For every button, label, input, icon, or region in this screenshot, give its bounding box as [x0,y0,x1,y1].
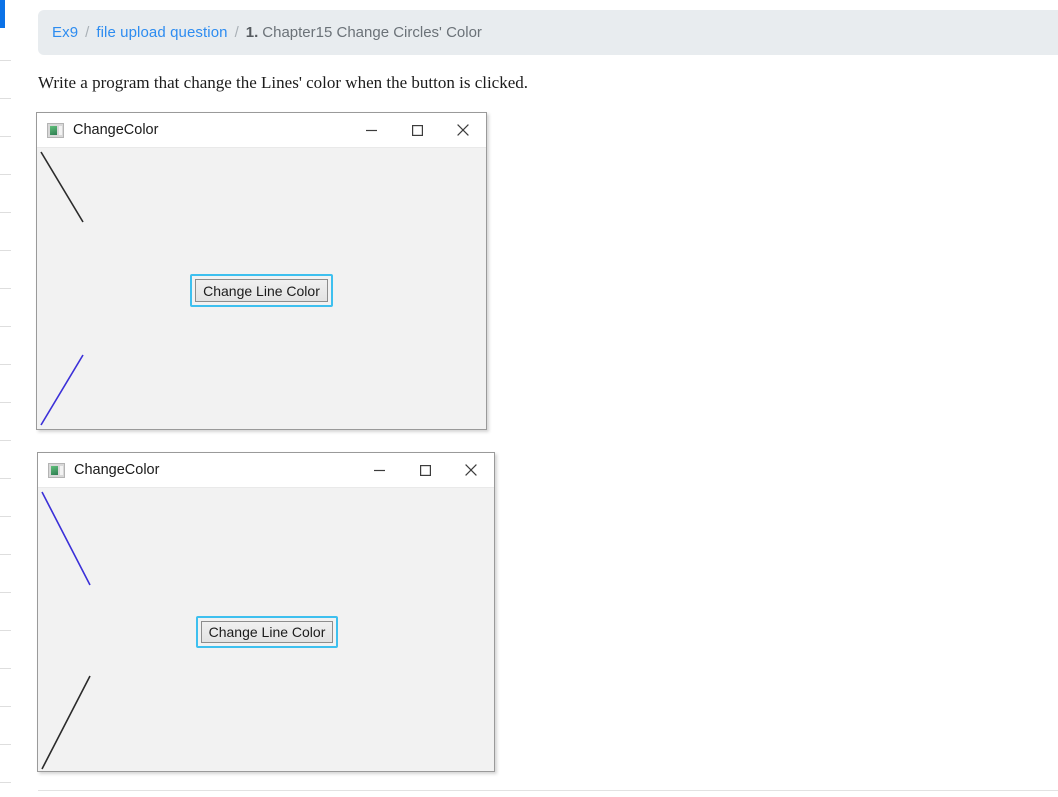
breadcrumb-item-ex9[interactable]: Ex9 [52,24,78,41]
bottom-divider [38,790,1058,791]
ruler-tick [0,250,11,251]
app-window-2: ChangeColor [37,452,495,772]
maximize-icon[interactable] [394,113,440,147]
ruler-tick [0,478,11,479]
breadcrumb-current-title: Chapter15 Change Circles' Color [262,24,482,41]
ruler-tick [0,554,11,555]
top-left-line [41,491,91,586]
breadcrumb-item-file-upload-question[interactable]: file upload question [96,24,227,41]
maximize-icon[interactable] [402,453,448,487]
ruler-tick [0,98,11,99]
ruler-tick [0,668,11,669]
left-ruler-ticks [0,60,16,790]
window-1-titlebar[interactable]: ChangeColor [37,113,486,148]
breadcrumb-question-index: 1. [245,24,259,41]
window-2-button-focus-ring: Change Line Color [196,616,338,648]
window-1-title: ChangeColor [73,122,159,138]
breadcrumb-separator-1: / [85,24,90,41]
ruler-tick [0,364,11,365]
ruler-tick [0,288,11,289]
left-accent-bar [0,0,5,28]
ruler-tick [0,630,11,631]
breadcrumb: Ex9 / file upload question / 1. Chapter1… [38,10,1058,55]
minimize-icon[interactable] [348,113,394,147]
window-2-title: ChangeColor [74,462,160,478]
ruler-tick [0,402,11,403]
close-icon[interactable] [448,453,494,487]
window-1-button-focus-ring: Change Line Color [190,274,333,307]
change-line-color-button-2[interactable]: Change Line Color [201,621,333,643]
ruler-tick [0,60,11,61]
ruler-tick [0,440,11,441]
ruler-tick [0,516,11,517]
change-line-color-button-1[interactable]: Change Line Color [195,279,328,302]
ruler-tick [0,326,11,327]
window-2-titlebar[interactable]: ChangeColor [38,453,494,488]
app-window-1: ChangeColor [36,112,487,430]
minimize-icon[interactable] [356,453,402,487]
bottom-left-line [41,675,91,770]
ruler-tick [0,174,11,175]
top-left-line [40,151,84,223]
close-icon[interactable] [440,113,486,147]
breadcrumb-separator-2: / [234,24,239,41]
picture-icon [48,462,65,478]
bottom-left-line [40,354,84,426]
ruler-tick [0,592,11,593]
picture-icon [47,122,64,138]
question-prompt: Write a program that change the Lines' c… [38,73,529,92]
ruler-tick [0,782,11,783]
ruler-tick [0,212,11,213]
ruler-tick [0,136,11,137]
ruler-tick [0,744,11,745]
ruler-tick [0,706,11,707]
